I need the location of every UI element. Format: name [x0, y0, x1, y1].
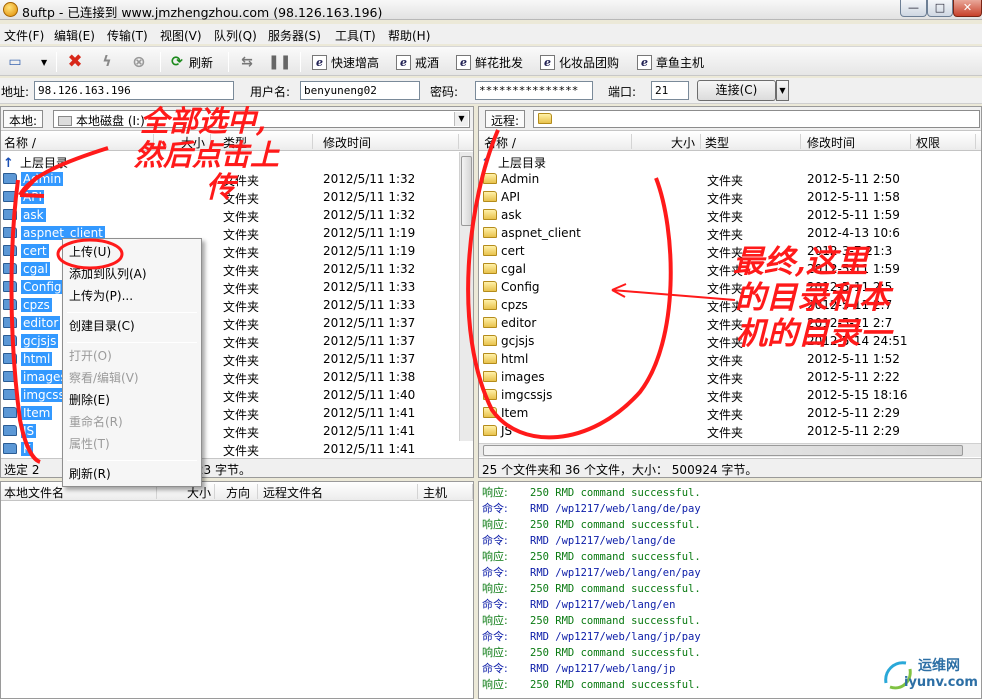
annotation-left-1: 全部选中,	[140, 104, 267, 138]
annotation-right-1: 最终,这里	[733, 244, 868, 280]
annotation-left-2: 然后点击上	[134, 138, 280, 172]
annotation-arrow-line-right	[611, 289, 736, 301]
annotation-right-2: 的目录和本	[735, 280, 890, 316]
annotation-circle-upload	[56, 238, 124, 270]
annotation-right-3: 机的目录一	[736, 316, 891, 352]
annotation-remote-circle	[466, 129, 673, 440]
annotation-bracket	[9, 179, 41, 464]
annotation-left-3: 传	[206, 170, 236, 204]
watermark-url: iyunv.com	[904, 675, 978, 690]
watermark-cn: 运维网	[918, 658, 960, 674]
annotation-arrow-line	[18, 146, 109, 197]
watermark: 运维网 iyunv.com	[880, 655, 980, 697]
